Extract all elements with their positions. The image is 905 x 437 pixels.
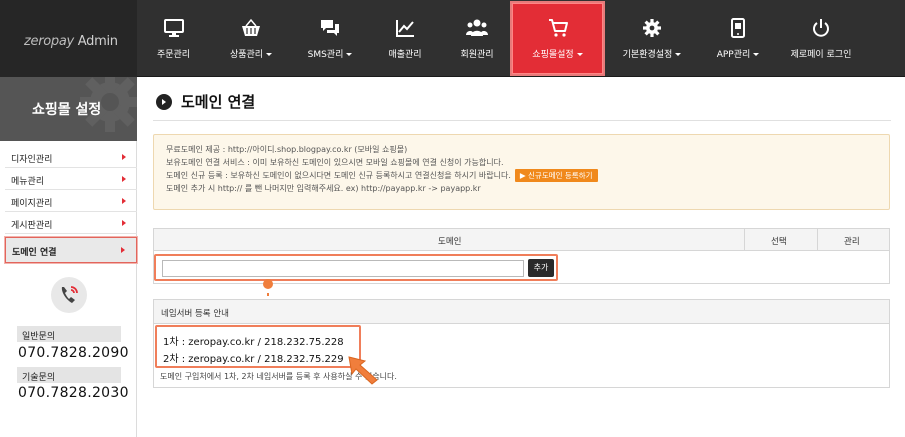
nav-item-app[interactable]: APP관리 xyxy=(700,3,776,74)
nav-item-shop-settings[interactable]: 쇼핑몰설정 xyxy=(512,3,603,74)
sidebar-item-label: 페이지관리 xyxy=(11,199,53,209)
notice-line-3: 도메인 신규 등록 : 보유하신 도메인이 없으시다면 도메인 신규 등록하시고… xyxy=(166,169,889,182)
contact-general-number: 070.7828.2090 xyxy=(18,345,129,361)
users-icon xyxy=(466,19,488,36)
connector-dash xyxy=(267,293,269,296)
pointer-arrow-icon xyxy=(348,356,378,385)
logo-admin: Admin xyxy=(77,34,118,49)
nav-label-basic-settings: 기본환경설정 xyxy=(622,50,673,60)
nav-label-products: 상품관리 xyxy=(229,50,264,60)
gear-icon xyxy=(643,19,661,37)
basket-icon xyxy=(242,18,260,36)
nav-item-sms[interactable]: SMS관리 xyxy=(292,3,368,74)
sidebar-item-pages[interactable]: 페이지관리 xyxy=(5,190,137,212)
domain-input-highlight: 추가 xyxy=(154,254,558,281)
domain-table-header: 도메인 선택 관리 xyxy=(154,229,889,251)
domain-table: 도메인 선택 관리 추가 xyxy=(153,228,890,284)
sidebar-item-label: 도메인 연결 xyxy=(12,248,57,258)
nameserver-primary: 1차 : zeropay.co.kr / 218.232.75.228 xyxy=(163,337,344,348)
logo-pay: pay xyxy=(50,34,74,49)
page-title: 도메인 연결 xyxy=(181,93,256,111)
chevron-down-icon xyxy=(753,53,760,56)
nav-item-basic-settings[interactable]: 기본환경설정 xyxy=(607,3,697,74)
top-navigation-bar: zeropay Admin 주문관리 상품관리 SMS관리 매출관리 회원관리 … xyxy=(0,0,905,77)
contact-tech-number: 070.7828.2030 xyxy=(18,385,129,401)
column-header-manage: 관리 xyxy=(844,237,860,247)
arrow-circle-icon xyxy=(156,94,172,110)
nav-label-login: 제로페이 로그인 xyxy=(790,50,852,60)
chevron-right-icon xyxy=(122,198,126,204)
sidebar-item-label: 메뉴관리 xyxy=(11,177,45,187)
column-divider xyxy=(744,229,745,251)
app-window: zeropay Admin 주문관리 상품관리 SMS관리 매출관리 회원관리 … xyxy=(0,0,905,437)
sidebar: 쇼핑몰 설정 디자인관리 메뉴관리 페이지관리 게시판관리 도메인 연결 일반문… xyxy=(0,77,137,437)
nav-item-members[interactable]: 회원관리 xyxy=(442,3,512,74)
line-chart-icon xyxy=(396,20,414,37)
column-header-domain: 도메인 xyxy=(438,237,462,247)
sidebar-item-design[interactable]: 디자인관리 xyxy=(5,146,137,168)
nav-label-app: APP관리 xyxy=(716,50,751,60)
nav-item-sales[interactable]: 매출관리 xyxy=(370,3,440,74)
notice-line-2: 보유도메인 연결 서비스 : 이미 보유하신 도메인이 있으시면 모바일 쇼핑몰… xyxy=(166,158,504,167)
contact-tech-label: 기술문의 xyxy=(17,367,121,383)
chevron-right-icon xyxy=(121,247,125,253)
sidebar-title: 쇼핑몰 설정 xyxy=(32,102,102,118)
contact-general-label: 일반문의 xyxy=(17,326,121,342)
chevron-right-icon xyxy=(122,220,126,226)
logo-zero: zero xyxy=(24,34,51,49)
chevron-down-icon xyxy=(266,53,273,56)
chat-icon xyxy=(321,20,339,36)
phone-glyph-icon xyxy=(61,286,78,303)
sidebar-item-board[interactable]: 게시판관리 xyxy=(5,212,137,234)
nameserver-info-box: 네임서버 등록 안내 1차 : zeropay.co.kr / 218.232.… xyxy=(153,299,890,388)
phone-icon xyxy=(51,277,87,313)
sidebar-item-label: 디자인관리 xyxy=(11,155,53,165)
sidebar-title-panel: 쇼핑몰 설정 xyxy=(0,77,137,141)
nav-label-members: 회원관리 xyxy=(460,50,494,60)
chevron-down-icon xyxy=(675,53,682,56)
nameserver-highlight: 1차 : zeropay.co.kr / 218.232.75.228 2차 :… xyxy=(155,325,361,368)
nameserver-secondary: 2차 : zeropay.co.kr / 218.232.75.229 xyxy=(163,354,344,365)
column-header-select: 선택 xyxy=(771,237,787,247)
nav-label-sales: 매출관리 xyxy=(388,50,422,60)
chevron-right-icon xyxy=(122,176,126,182)
callout-dot xyxy=(263,279,273,289)
notice-line-3-text: 도메인 신규 등록 : 보유하신 도메인이 없으시다면 도메인 신규 등록하시고… xyxy=(166,171,511,180)
nav-item-login[interactable]: 제로페이 로그인 xyxy=(779,3,863,74)
monitor-icon xyxy=(163,19,184,37)
register-new-domain-button[interactable]: ▶ 신규도메인 등록하기 xyxy=(514,169,598,182)
notice-line-4: 도메인 추가 시 http:// 를 뺀 나머지만 입력해주세요. ex) ht… xyxy=(166,184,481,193)
chevron-down-icon xyxy=(576,53,583,56)
power-icon xyxy=(813,19,829,37)
tablet-icon xyxy=(731,18,745,38)
nav-label-shop-settings: 쇼핑몰설정 xyxy=(532,50,574,60)
nav-label-sms: SMS관리 xyxy=(307,50,344,60)
domain-input[interactable] xyxy=(162,260,524,277)
chevron-down-icon xyxy=(346,53,353,56)
notice-box: 무료도메인 제공 : http://아이디.shop.blogpay.co.kr… xyxy=(153,134,890,210)
chevron-right-icon xyxy=(122,154,126,160)
nav-item-products[interactable]: 상품관리 xyxy=(212,3,290,74)
main-content: 도메인 연결 무료도메인 제공 : http://아이디.shop.blogpa… xyxy=(138,77,905,437)
logo-area: zeropay Admin xyxy=(0,0,137,77)
title-divider xyxy=(153,120,891,121)
nav-item-orders[interactable]: 주문관리 xyxy=(137,3,210,74)
zeropay-admin-logo[interactable]: zeropay Admin xyxy=(24,34,118,49)
nameserver-title: 네임서버 등록 안내 xyxy=(154,300,889,324)
nav-label-orders: 주문관리 xyxy=(156,50,191,60)
domain-input-row: 추가 xyxy=(154,252,889,283)
column-divider xyxy=(817,229,818,251)
cart-icon xyxy=(548,19,568,37)
sidebar-item-label: 게시판관리 xyxy=(11,221,53,231)
notice-line-1: 무료도메인 제공 : http://아이디.shop.blogpay.co.kr… xyxy=(166,145,408,154)
sidebar-item-menu[interactable]: 메뉴관리 xyxy=(5,168,137,190)
sidebar-item-domain[interactable]: 도메인 연결 xyxy=(5,237,137,263)
add-domain-button[interactable]: 추가 xyxy=(528,259,554,277)
